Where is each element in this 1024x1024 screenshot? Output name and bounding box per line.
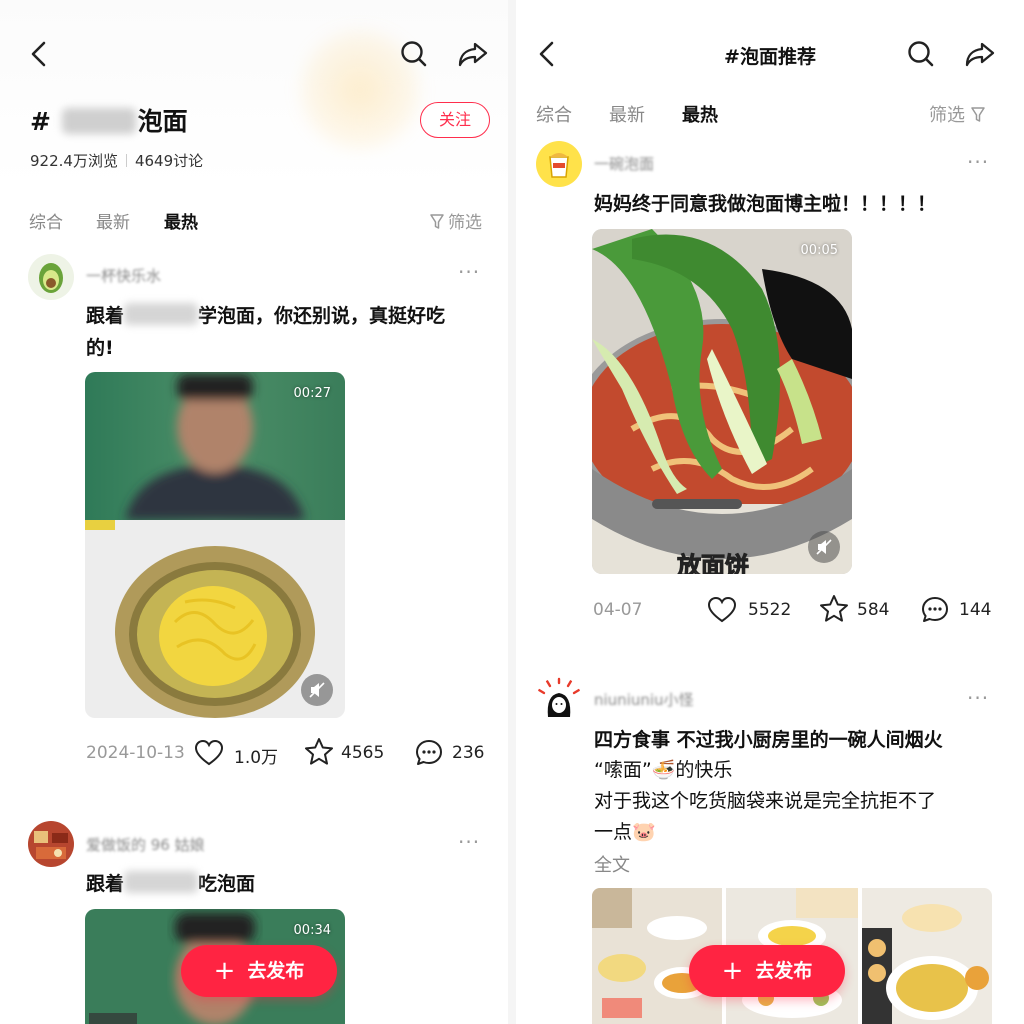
topic-name: 泡面 (137, 107, 188, 136)
post-desc-line: 一点🐷 (594, 821, 656, 843)
post-desc-line: “嗦面”🍜的快乐 (594, 759, 733, 781)
publish-button[interactable]: + 去发布 (181, 945, 337, 997)
video-frame (85, 372, 345, 718)
plus-icon: + (213, 956, 236, 986)
video-thumbnail[interactable]: 放面饼 00:05 (592, 229, 852, 574)
comment-count: 144 (959, 600, 992, 620)
topic-page-left: # 泡面 922.4万浏览 4649讨论 关注 综合 最新 最热 筛选 一杯快乐水… (0, 0, 508, 1024)
search-icon[interactable] (400, 40, 428, 68)
more-options-icon[interactable]: ··· (458, 260, 480, 284)
publish-button[interactable]: + 去发布 (689, 945, 845, 997)
video-duration: 00:27 (293, 386, 331, 401)
read-more-link[interactable]: 全文 (594, 851, 630, 877)
like-count: 5522 (748, 600, 792, 620)
filter-icon (971, 107, 985, 123)
follow-button[interactable]: 关注 (420, 102, 490, 138)
username[interactable]: 一杯快乐水 (86, 265, 161, 286)
publish-label: 去发布 (755, 960, 813, 982)
tab-comprehensive[interactable]: 综合 (536, 101, 572, 127)
topic-title: # 泡面 (30, 102, 188, 138)
post-text-start: 跟着 (86, 873, 125, 895)
topic-hash: # (30, 107, 60, 136)
post-text-start: 跟着 (86, 305, 125, 327)
username[interactable]: 一碗泡面 (594, 153, 654, 174)
avatar[interactable] (28, 254, 74, 300)
post-date: 04-07 (593, 600, 643, 620)
filter-icon (430, 214, 444, 230)
back-icon[interactable] (28, 40, 50, 68)
blurred-name (124, 871, 199, 893)
video-frame: 放面饼 (592, 229, 852, 574)
post-text-line2: 的! (86, 337, 114, 359)
share-icon[interactable] (457, 40, 489, 68)
topic-page-right: #泡面推荐 综合 最新 最热 筛选 一碗泡面 ··· 妈妈终于同意我做泡面博主啦… (516, 0, 1024, 1024)
avatar[interactable] (536, 677, 582, 723)
video-thumbnail[interactable]: 00:27 (85, 372, 345, 718)
stats-divider (125, 154, 127, 167)
comment-icon[interactable] (414, 738, 444, 768)
mute-icon[interactable] (301, 674, 333, 706)
star-count: 584 (857, 600, 890, 620)
star-icon[interactable] (819, 594, 849, 624)
star-icon[interactable] (304, 737, 334, 767)
username[interactable]: 爱做饭的 96 姑娘 (86, 834, 205, 855)
filter-button[interactable]: 筛选 (929, 101, 985, 127)
image-thumbnail[interactable] (862, 888, 992, 1024)
post-date: 2024-10-13 (86, 743, 185, 763)
filter-label: 筛选 (929, 105, 965, 126)
avatar[interactable] (28, 821, 74, 867)
blurred-name (124, 303, 199, 325)
page-title: #泡面推荐 (724, 46, 816, 68)
avatar[interactable] (536, 141, 582, 187)
post-title[interactable]: 四方食事 不过我小厨房里的一碗人间烟火 (594, 724, 1014, 756)
video-subtitle: 放面饼 (676, 552, 749, 574)
tab-comprehensive[interactable]: 综合 (29, 208, 63, 233)
more-options-icon[interactable]: ··· (967, 686, 989, 710)
tab-hottest[interactable]: 最热 (164, 208, 198, 233)
star-count: 4565 (341, 743, 385, 763)
filter-label: 筛选 (448, 213, 482, 233)
post-text-end: 学泡面，你还别说，真挺好吃 (198, 305, 446, 327)
post-desc-line: 对于我这个吃货脑袋来说是完全抗拒不了 (594, 790, 937, 812)
heart-icon[interactable] (194, 739, 224, 767)
comment-icon[interactable] (920, 595, 950, 625)
post-text-end: 吃泡面 (198, 873, 256, 895)
search-icon[interactable] (907, 40, 935, 68)
post-text[interactable]: 跟着 学泡面，你还别说，真挺好吃 的! (86, 300, 486, 364)
share-icon[interactable] (964, 40, 996, 68)
tab-latest[interactable]: 最新 (96, 208, 130, 233)
food-photo (862, 888, 992, 1024)
tab-hottest[interactable]: 最热 (682, 101, 718, 127)
more-options-icon[interactable]: ··· (458, 830, 480, 854)
views-count: 922.4万浏览 (30, 152, 118, 170)
like-count: 1.0万 (234, 748, 279, 768)
mute-icon[interactable] (808, 531, 840, 563)
comment-count: 236 (452, 743, 485, 763)
panel-divider (508, 0, 516, 1024)
tab-latest[interactable]: 最新 (609, 101, 645, 127)
discussion-count: 4649讨论 (134, 152, 204, 170)
video-duration: 00:05 (800, 243, 838, 258)
post-text[interactable]: 妈妈终于同意我做泡面博主啦！！！！！ (594, 188, 1014, 220)
video-duration: 00:34 (293, 923, 331, 938)
plus-icon: + (721, 956, 744, 986)
topic-stats: 922.4万浏览 4649讨论 (30, 150, 203, 171)
blurred-name (61, 108, 136, 134)
username[interactable]: niuniuniu小怪 (594, 689, 694, 710)
post-text[interactable]: 跟着 吃泡面 (86, 868, 486, 900)
publish-label: 去发布 (247, 960, 305, 982)
more-options-icon[interactable]: ··· (967, 150, 989, 174)
heart-icon[interactable] (707, 596, 737, 624)
filter-button[interactable]: 筛选 (430, 208, 482, 233)
